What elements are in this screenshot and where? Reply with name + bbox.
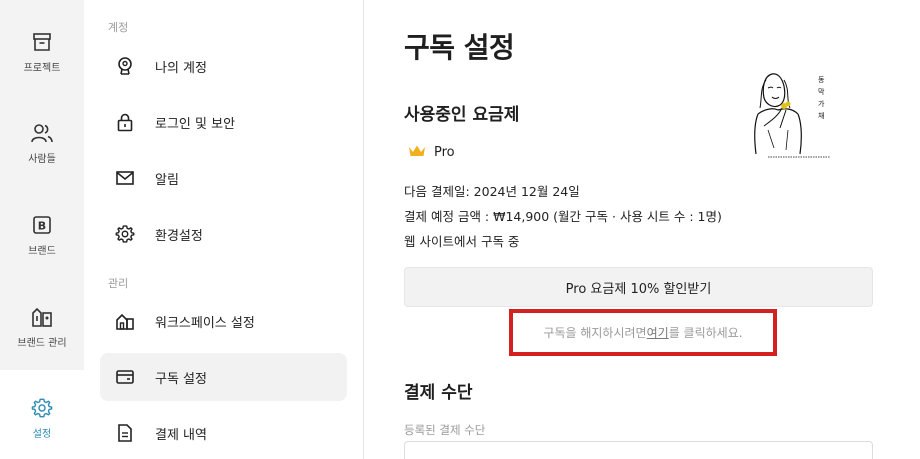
menu-section-manage: 관리: [108, 277, 129, 290]
gear-icon: [30, 396, 54, 420]
sketch-illustration: 동 막 가 채: [750, 68, 836, 160]
rail-item-label: 프로젝트: [23, 63, 61, 74]
menu-item-workspace-settings[interactable]: 워크스페이스 설정: [100, 297, 347, 345]
page-title: 구독 설정: [404, 31, 515, 64]
menu-item-label: 구독 설정: [155, 371, 207, 387]
payment-method-section-title: 결제 수단: [404, 383, 473, 403]
plan-row: Pro: [408, 143, 455, 162]
mail-icon: [114, 167, 136, 189]
menu-item-notifications[interactable]: 알림: [100, 154, 347, 202]
next-payment-date: 다음 결제일: 2024년 12월 24일: [404, 184, 580, 199]
settings-menu: 계정 나의 계정 로그인 및 보안 알림 환경설정 관리 워크스페이스 설정 구…: [84, 0, 364, 459]
menu-item-payment-history[interactable]: 결제 내역: [100, 409, 347, 457]
menu-item-label: 환경설정: [155, 228, 203, 244]
rail-item-brand-manage[interactable]: 브랜드 관리: [0, 305, 84, 349]
menu-item-login-security[interactable]: 로그인 및 보안: [100, 98, 347, 146]
menu-section-account: 계정: [108, 21, 129, 34]
svg-text:동: 동: [818, 76, 825, 84]
main-content: 구독 설정 동 막 가 채 사용중인 요금제 Pro 다음 결제일: 2024년…: [364, 0, 920, 459]
user-badge-icon: [114, 55, 136, 77]
subscription-source: 웹 사이트에서 구독 중: [404, 234, 520, 249]
rail-item-label: 브랜드: [28, 246, 56, 257]
plan-section-title: 사용중인 요금제: [404, 105, 520, 125]
document-icon: [114, 422, 136, 444]
menu-item-my-account[interactable]: 나의 계정: [100, 42, 347, 90]
gear-icon: [114, 223, 136, 245]
rail-item-people[interactable]: 사람들: [0, 121, 84, 165]
menu-item-preferences[interactable]: 환경설정: [100, 210, 347, 258]
menu-item-subscription[interactable]: 구독 설정: [100, 353, 347, 401]
crown-icon: [408, 143, 426, 162]
menu-item-label: 결제 내역: [155, 427, 207, 443]
menu-item-label: 나의 계정: [155, 60, 207, 76]
cancel-subscription-notice: 구독을 해지하시려면 여기 를 클릭하세요.: [509, 309, 777, 356]
cancel-subscription-link[interactable]: 여기: [647, 324, 669, 341]
payment-method-card[interactable]: [404, 441, 873, 459]
rail-item-settings[interactable]: 설정: [0, 396, 84, 440]
wallet-icon: [114, 366, 136, 388]
cancel-prefix-text: 구독을 해지하시려면: [543, 326, 647, 340]
expected-payment-amount: 결제 예정 금액 : ₩14,900 (월간 구독 · 사용 시트 수 : 1명…: [404, 209, 722, 224]
discount-button[interactable]: Pro 요금제 10% 할인받기: [404, 267, 873, 307]
app-rail: 프로젝트 사람들 B 브랜드 브랜드 관리 설정: [0, 0, 84, 459]
archive-box-icon: [30, 30, 54, 54]
svg-text:막: 막: [818, 87, 825, 96]
rail-item-projects[interactable]: 프로젝트: [0, 30, 84, 74]
rail-item-label: 브랜드 관리: [17, 338, 67, 349]
brand-manage-icon: [30, 305, 54, 329]
svg-text:가: 가: [818, 99, 825, 108]
menu-item-label: 워크스페이스 설정: [155, 315, 255, 331]
rail-item-brand[interactable]: B 브랜드: [0, 213, 84, 257]
lock-icon: [114, 111, 136, 133]
cancel-suffix-text: 를 클릭하세요.: [668, 326, 743, 340]
registered-method-label: 등록된 결제 수단: [404, 423, 486, 437]
plan-name: Pro: [434, 145, 455, 160]
svg-text:B: B: [38, 220, 46, 233]
menu-item-label: 로그인 및 보안: [155, 116, 236, 132]
people-icon: [30, 121, 54, 145]
building-icon: [114, 310, 136, 332]
brand-b-icon: B: [30, 213, 54, 237]
menu-item-label: 알림: [155, 172, 179, 188]
rail-item-label: 설정: [32, 429, 52, 440]
rail-item-label: 사람들: [28, 154, 56, 165]
svg-text:채: 채: [818, 111, 824, 120]
